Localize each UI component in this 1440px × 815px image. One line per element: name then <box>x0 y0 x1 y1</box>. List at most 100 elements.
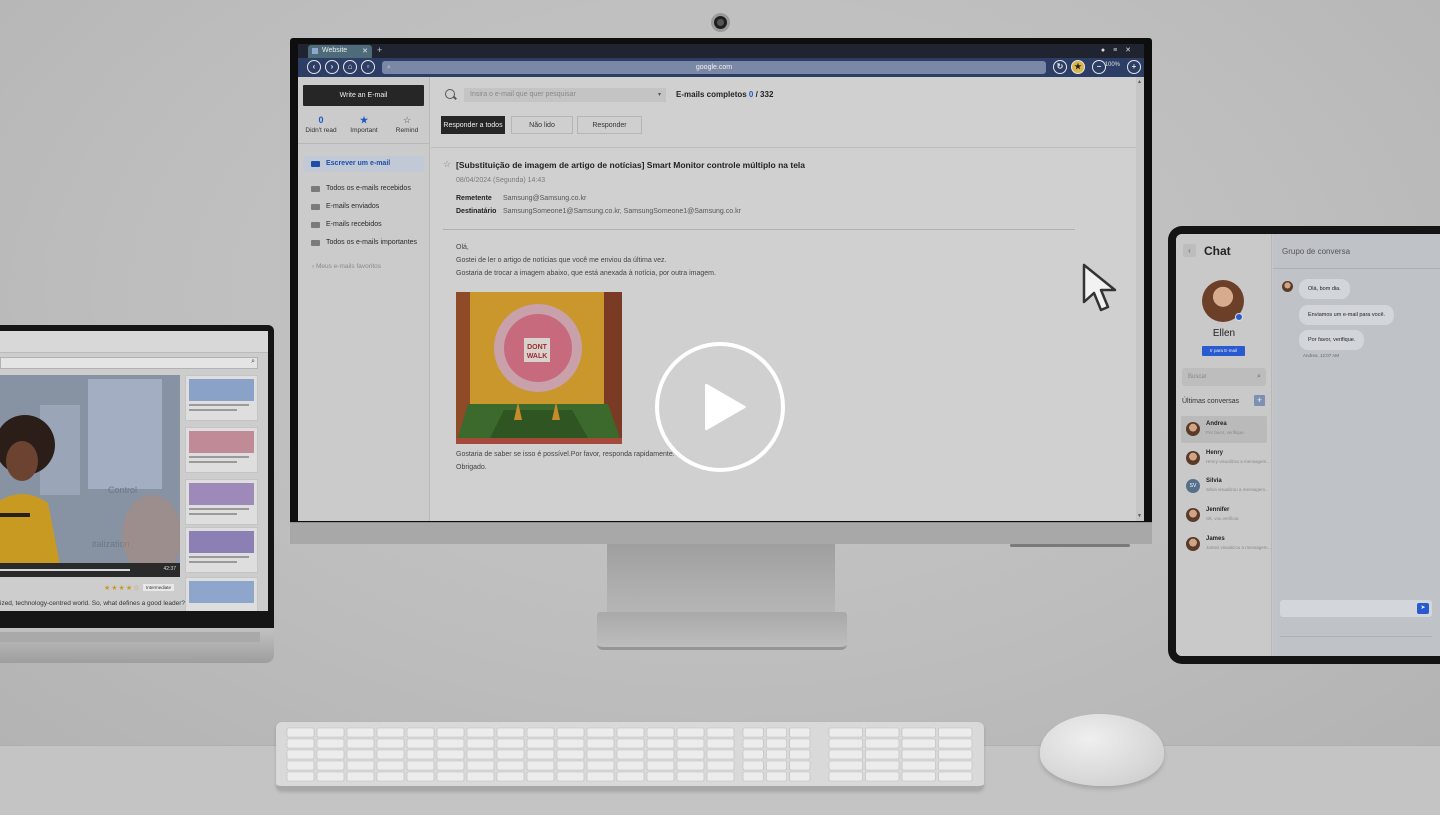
keyboard-key <box>901 749 936 760</box>
keyboard-key <box>828 738 863 749</box>
keyboard-key <box>676 760 705 771</box>
recipient-address[interactable]: SamsungSomeone1@Samsung.co.kr, SamsungSo… <box>503 208 741 215</box>
recipient-label: Destinatário <box>456 208 497 215</box>
url-search-icon: ⌕ <box>387 64 391 71</box>
course-thumbnail <box>189 431 254 453</box>
zoom-in-icon[interactable]: + <box>1127 60 1141 74</box>
search-icon[interactable]: ⌕ <box>1257 368 1261 386</box>
keyboard-key <box>496 771 525 782</box>
folder-sent[interactable]: E-mails enviados <box>303 199 424 215</box>
chevron-down-icon[interactable]: ▾ <box>658 88 661 102</box>
keyboard-key <box>938 738 973 749</box>
unread-count: 0 <box>318 115 324 125</box>
folder-label: Escrever um e-mail <box>326 160 391 167</box>
course-card[interactable] <box>185 375 258 421</box>
tablet-screen: ‹ Chat Ellen Ir para E-mail Buscar ⌕ Últ… <box>1176 234 1440 656</box>
favorites-folder[interactable]: › Meus e-mails favoritos <box>312 263 381 270</box>
keyboard-key <box>901 727 936 738</box>
conversation-item[interactable]: Andrea Por favor, verifique. <box>1181 416 1267 443</box>
toolbar-divider <box>431 147 1144 148</box>
laptop-search-input[interactable]: ⌕ <box>0 357 258 369</box>
url-bar[interactable]: ⌕ google.com <box>382 61 1046 74</box>
keyboard-key <box>406 738 435 749</box>
play-video-button[interactable] <box>655 342 785 472</box>
conversation-preview: Silvia visualizou a mensagem... <box>1206 487 1269 492</box>
browser-tab-bar: Website ✕ + ● ≡ ✕ <box>298 44 1144 58</box>
keyboard-key <box>496 760 525 771</box>
forward-icon[interactable]: › <box>325 60 339 74</box>
close-tab-icon[interactable]: ✕ <box>362 47 368 55</box>
folder-all-received[interactable]: Todos os e-mails recebidos <box>303 181 424 197</box>
folder-compose[interactable]: Escrever um e-mail <box>303 156 424 172</box>
refresh-icon[interactable]: ↻ <box>1053 60 1067 74</box>
conversation-item[interactable]: James James visualizou a mensagem... <box>1181 531 1271 558</box>
scroll-down-icon[interactable]: ▼ <box>1137 513 1142 519</box>
keyboard-key <box>789 727 811 738</box>
star-icon[interactable]: ☆ <box>443 159 451 170</box>
stat-remind[interactable]: ☆ Remind <box>387 115 427 134</box>
zoom-level: 100% <box>1104 62 1120 68</box>
chat-search-input[interactable]: Buscar ⌕ <box>1182 368 1266 386</box>
video-progress-bar[interactable]: 42:37 <box>0 563 180 577</box>
sender-label: Remetente <box>456 195 492 202</box>
go-to-email-button[interactable]: Ir para E-mail <box>1202 346 1245 356</box>
folder-important[interactable]: Todos os e-mails importantes <box>303 235 424 251</box>
reply-all-button[interactable]: Responder a todos <box>441 116 505 134</box>
keyboard-key <box>938 771 973 782</box>
window-controls[interactable]: ● ≡ ✕ <box>1101 46 1134 54</box>
new-tab-button[interactable]: + <box>377 45 382 55</box>
mouse-pointer-icon <box>1080 262 1126 323</box>
keyboard-key <box>828 727 863 738</box>
reply-button[interactable]: Responder <box>577 116 642 134</box>
scroll-up-icon[interactable]: ▲ <box>1137 79 1142 85</box>
conversation-item[interactable]: SV Silvia Silvia visualizou a mensagem..… <box>1181 473 1269 500</box>
keyboard-key <box>556 760 585 771</box>
home-icon[interactable]: ⌂ <box>343 60 357 74</box>
video-text-control: Control <box>108 485 137 495</box>
keyboard-key <box>646 727 675 738</box>
keyboard-key <box>496 727 525 738</box>
send-icon[interactable]: ➤ <box>1417 603 1429 614</box>
keyboard-key <box>828 749 863 760</box>
course-thumbnail <box>189 483 254 505</box>
conversation-item[interactable]: Jennifer Ok, vou verificar. <box>1181 502 1267 529</box>
attached-photo[interactable]: DONT WALK <box>456 292 622 444</box>
sender-address[interactable]: Samsung@Samsung.co.kr <box>503 195 586 202</box>
stat-important[interactable]: ★ Important <box>344 115 384 134</box>
course-card[interactable] <box>185 427 258 473</box>
keyboard-key <box>742 760 764 771</box>
stat-unread[interactable]: 0 Didn't read <box>301 115 341 134</box>
laptop-base <box>0 628 274 663</box>
keyboard-key <box>436 771 465 782</box>
avatar[interactable] <box>1202 280 1244 322</box>
scrollbar[interactable]: ▲ ▼ <box>1136 77 1144 521</box>
course-card[interactable] <box>185 479 258 525</box>
conversation-preview: James visualizou a mensagem... <box>1206 545 1272 550</box>
search-icon[interactable] <box>445 89 455 99</box>
keyboard-key <box>556 749 585 760</box>
bookmarks-icon[interactable]: ▫ <box>361 60 375 74</box>
favorite-star-icon[interactable]: ★ <box>1071 60 1085 74</box>
back-icon[interactable]: ‹ <box>307 60 321 74</box>
keyboard-key <box>766 771 787 782</box>
webcam-icon <box>711 13 730 32</box>
email-search-input[interactable]: Insira o e-mail que quer pesquisar ▾ <box>464 88 666 102</box>
keyboard-key <box>586 738 615 749</box>
conversation-item[interactable]: Henry Henry visualizou a mensagem... <box>1181 445 1270 472</box>
add-conversation-button[interactable]: + <box>1254 395 1265 406</box>
course-card[interactable] <box>185 527 258 573</box>
unread-filter-button[interactable]: Não lido <box>511 116 573 134</box>
laptop-video-player[interactable]: Control italization <box>0 375 180 575</box>
chat-bottom-divider <box>1280 636 1432 637</box>
keyboard-key <box>706 727 735 738</box>
laptop-browser-bar <box>0 331 268 353</box>
back-icon[interactable]: ‹ <box>1183 244 1196 257</box>
course-card[interactable] <box>185 577 258 611</box>
folder-received[interactable]: E-mails recebidos <box>303 217 424 233</box>
write-email-button[interactable]: Write an E-mail <box>303 85 424 106</box>
message-timestamp: Andrea, 12:07 AM <box>1303 353 1340 358</box>
search-icon[interactable]: ⌕ <box>251 358 255 366</box>
chat-message-input[interactable]: ➤ <box>1280 600 1432 617</box>
browser-tab[interactable]: Website ✕ <box>308 45 372 58</box>
keyboard-key <box>466 727 495 738</box>
